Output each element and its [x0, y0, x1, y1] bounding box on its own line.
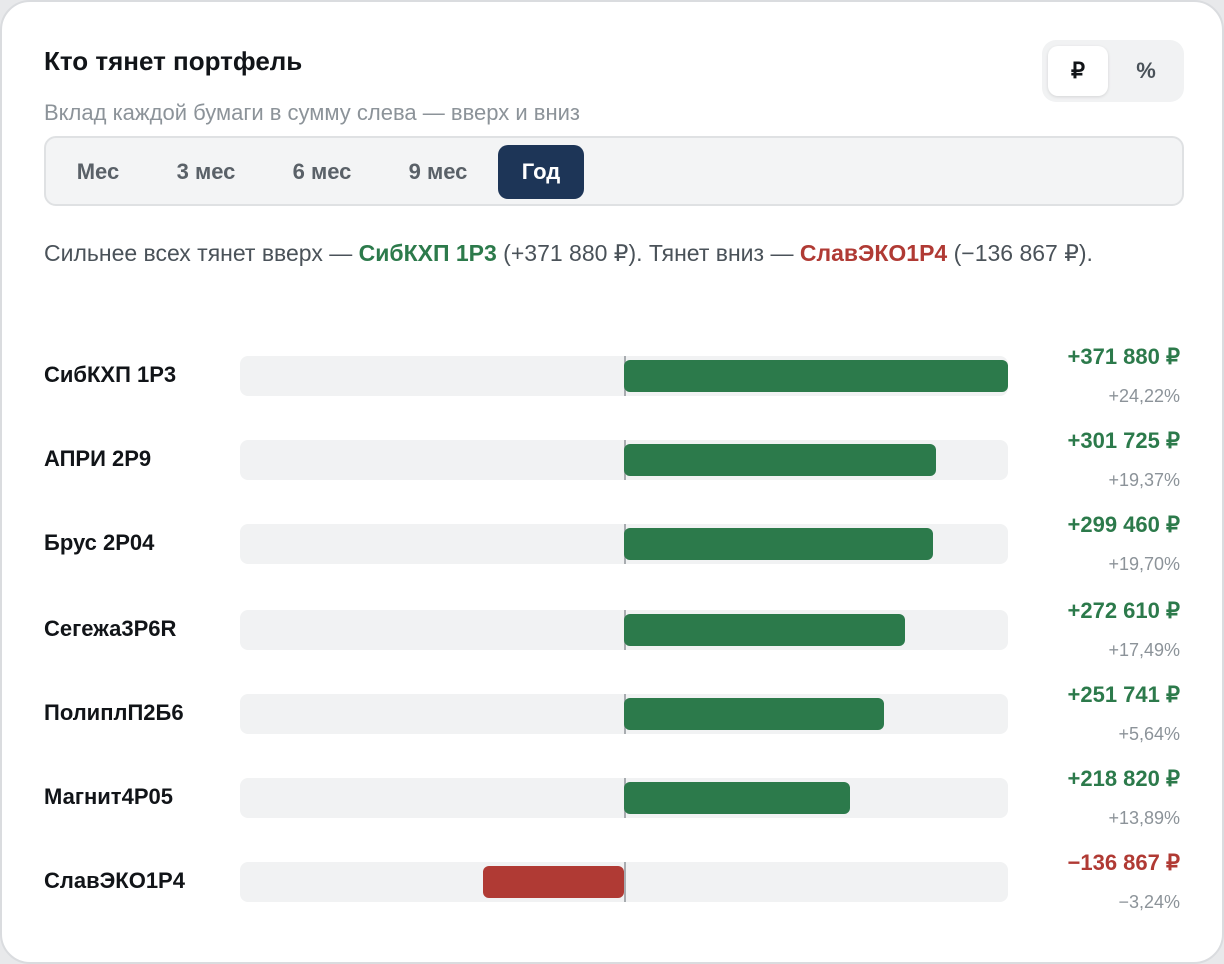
- summary-top-name: СибКХП 1Р3: [358, 240, 497, 266]
- card-title: Кто тянет портфель: [44, 46, 303, 76]
- positive-contribution-bar: [624, 782, 850, 814]
- contribution-amount: +218 820 ₽: [1067, 766, 1180, 791]
- summary-top-value: (+371 880 ₽). Тянет вниз —: [496, 240, 800, 266]
- bar-track: [240, 862, 1008, 902]
- positive-contribution-bar: [624, 360, 1008, 392]
- contribution-percent: −3,24%: [1118, 892, 1180, 912]
- contribution-percent: +24,22%: [1108, 386, 1180, 406]
- positive-contribution-bar: [624, 528, 933, 560]
- contribution-percent: +19,37%: [1108, 470, 1180, 490]
- contribution-amount: +299 460 ₽: [1067, 512, 1180, 537]
- bar-track: [240, 356, 1008, 396]
- positive-contribution-bar: [624, 614, 905, 646]
- negative-contribution-bar: [483, 866, 624, 898]
- contribution-amount: −136 867 ₽: [1067, 850, 1180, 875]
- contribution-percent: +17,49%: [1108, 640, 1180, 660]
- bar-track: [240, 694, 1008, 734]
- period-month-button[interactable]: Мес: [54, 145, 142, 199]
- row-name: АПРИ 2Р9: [44, 446, 152, 471]
- bar-track: [240, 524, 1008, 564]
- positive-contribution-bar: [624, 444, 936, 476]
- period-selector: Мес 3 мес 6 мес 9 мес Год: [44, 136, 1184, 206]
- unit-toggle: ₽ %: [1042, 40, 1184, 102]
- row-name: СибКХП 1Р3: [44, 362, 177, 387]
- card-subtitle: Вклад каждой бумаги в сумму слева — ввер…: [44, 100, 580, 125]
- zero-line: [624, 862, 626, 902]
- contribution-amount: +371 880 ₽: [1067, 344, 1180, 369]
- period-9-months-button[interactable]: 9 мес: [388, 145, 488, 199]
- summary-text: Сильнее всех тянет вверх — СибКХП 1Р3 (+…: [44, 234, 1174, 272]
- bar-track: [240, 610, 1008, 650]
- bar-track: [240, 778, 1008, 818]
- contribution-percent: +19,70%: [1108, 554, 1180, 574]
- contribution-card: Кто тянет портфель Вклад каждой бумаги в…: [0, 0, 1224, 964]
- contribution-percent: +13,89%: [1108, 808, 1180, 828]
- unit-rub-button[interactable]: ₽: [1048, 46, 1108, 96]
- summary-prefix: Сильнее всех тянет вверх —: [44, 240, 359, 266]
- contribution-amount: +251 741 ₽: [1067, 682, 1180, 707]
- row-name: Брус 2Р04: [44, 530, 155, 555]
- bar-track: [240, 440, 1008, 480]
- unit-percent-button[interactable]: %: [1116, 46, 1176, 96]
- positive-contribution-bar: [624, 698, 884, 730]
- summary-bottom-value: (−136 867 ₽).: [947, 240, 1093, 266]
- row-name: ПолиплП2Б6: [44, 700, 184, 725]
- period-6-months-button[interactable]: 6 мес: [272, 145, 372, 199]
- row-name: СлавЭКО1Р4: [44, 868, 185, 893]
- row-name: Сегежа3Р6R: [44, 616, 177, 641]
- contribution-amount: +301 725 ₽: [1067, 428, 1180, 453]
- summary-bottom-name: СлавЭКО1Р4: [799, 240, 948, 266]
- row-name: Магнит4Р05: [44, 784, 173, 809]
- period-year-button[interactable]: Год: [498, 145, 584, 199]
- contribution-percent: +5,64%: [1118, 724, 1180, 744]
- contribution-amount: +272 610 ₽: [1067, 598, 1180, 623]
- period-3-months-button[interactable]: 3 мес: [156, 145, 256, 199]
